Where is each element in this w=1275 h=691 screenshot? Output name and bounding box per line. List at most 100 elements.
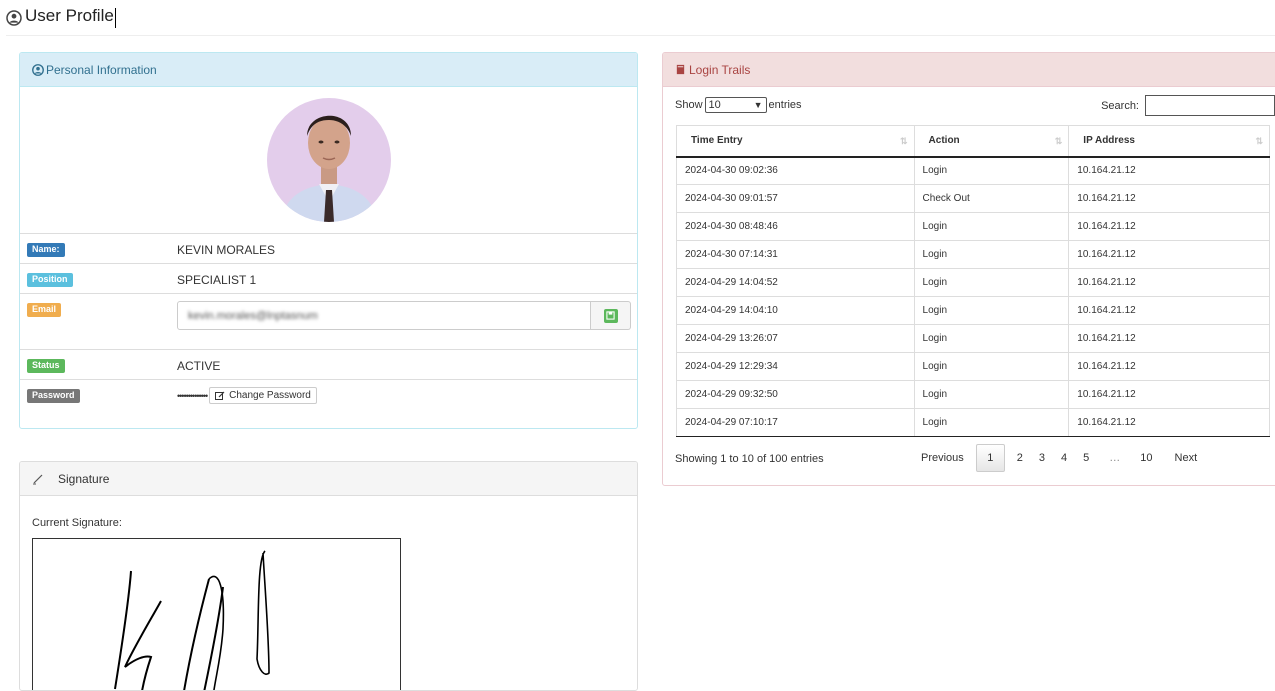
position-badge: Position: [27, 273, 73, 287]
table-row: 2024-04-29 13:26:07 Login 10.164.21.12: [676, 324, 1270, 353]
table-info: Showing 1 to 10 of 100 entries: [675, 453, 824, 465]
status-badge: Status: [27, 359, 65, 373]
ip-address-cell: 10.164.21.12: [1068, 184, 1270, 213]
previous-page-button[interactable]: Previous: [913, 444, 972, 472]
column-label: IP Address: [1083, 135, 1135, 147]
sort-icon: ⇅: [1255, 136, 1263, 146]
time-entry-cell: 2024-04-30 09:02:36: [676, 156, 915, 185]
page-button-3[interactable]: 3: [1031, 444, 1053, 472]
page-header: User Profile: [6, 6, 1275, 36]
table-row: 2024-04-29 14:04:52 Login 10.164.21.12: [676, 268, 1270, 297]
password-group: •••••••••••••• Change Password: [177, 387, 317, 404]
action-cell: Login: [914, 408, 1070, 437]
next-page-button[interactable]: Next: [1161, 444, 1206, 472]
login-trails-panel: Login Trails Show 10 ▼ entries Search: T…: [662, 52, 1275, 486]
chevron-down-icon: ▼: [753, 100, 763, 110]
show-entries: Show 10 ▼ entries: [675, 97, 802, 113]
user-circle-icon: [6, 10, 22, 26]
email-field[interactable]: kevin.morales@lnptasnum: [177, 301, 591, 330]
change-password-label: Change Password: [229, 390, 311, 401]
pagination: Previous 1 2 3 4 5 … 10 Next: [913, 444, 1205, 472]
ip-address-cell: 10.164.21.12: [1068, 212, 1270, 241]
table-row: 2024-04-29 09:32:50 Login 10.164.21.12: [676, 380, 1270, 409]
table-row: 2024-04-29 14:04:10 Login 10.164.21.12: [676, 296, 1270, 325]
user-circle-icon: [32, 63, 44, 76]
action-cell: Login: [914, 352, 1070, 381]
page-size-select[interactable]: 10 ▼: [704, 97, 767, 113]
ip-address-cell: 10.164.21.12: [1068, 380, 1270, 409]
change-password-button[interactable]: Change Password: [209, 387, 317, 404]
time-entry-cell: 2024-04-29 13:26:07: [676, 324, 915, 353]
time-entry-cell: 2024-04-29 09:32:50: [676, 380, 915, 409]
password-row: Password •••••••••••••• Change Password: [20, 380, 637, 410]
password-value: ••••••••••••••: [177, 390, 208, 401]
time-entry-cell: 2024-04-30 07:14:31: [676, 240, 915, 269]
page-button-4[interactable]: 4: [1053, 444, 1075, 472]
sort-icon: ⇅: [1054, 136, 1063, 146]
sort-icon: ⇅: [900, 136, 908, 146]
time-entry-cell: 2024-04-30 09:01:57: [676, 184, 915, 213]
avatar-container: [20, 87, 637, 234]
page-button-1[interactable]: 1: [975, 444, 1005, 472]
action-cell: Login: [914, 212, 1070, 241]
table-body: 2024-04-30 09:02:36 Login 10.164.21.12 2024…: [676, 156, 1270, 437]
search-group: Search:: [1101, 95, 1275, 116]
entries-label: entries: [768, 99, 802, 111]
login-trails-heading: Login Trails: [663, 53, 1275, 87]
time-entry-cell: 2024-04-29 14:04:52: [676, 268, 915, 297]
time-entry-cell: 2024-04-29 07:10:17: [676, 408, 915, 437]
signature-title: Signature: [58, 471, 110, 486]
avatar: [266, 98, 391, 222]
page-button-10[interactable]: 10: [1132, 444, 1160, 472]
table-row: 2024-04-30 09:02:36 Login 10.164.21.12: [676, 156, 1270, 185]
action-cell: Login: [914, 296, 1070, 325]
action-cell: Check Out: [914, 184, 1070, 213]
signature-body: Current Signature:: [20, 496, 637, 690]
table-row: 2024-04-29 07:10:17 Login 10.164.21.12: [676, 408, 1270, 437]
time-entry-cell: 2024-04-29 12:29:34: [676, 352, 915, 381]
search-label: Search:: [1101, 99, 1139, 112]
signature-panel: Signature Current Signature:: [19, 461, 638, 691]
save-email-button[interactable]: [591, 301, 631, 330]
page-title: User Profile: [25, 6, 114, 25]
show-label: Show: [675, 99, 703, 111]
personal-information-heading: Personal Information: [20, 53, 637, 87]
search-input[interactable]: [1145, 95, 1275, 116]
page-size-value: 10: [708, 99, 721, 111]
column-header-time-entry[interactable]: Time Entry ⇅: [676, 125, 915, 158]
ip-address-cell: 10.164.21.12: [1068, 296, 1270, 325]
edit-icon: [215, 391, 225, 400]
status-row: Status ACTIVE: [20, 350, 637, 380]
table-header-row: Time Entry ⇅ Action ⇅ IP Address ⇅: [676, 125, 1270, 158]
table-row: 2024-04-30 07:14:31 Login 10.164.21.12: [676, 240, 1270, 269]
signature-heading: Signature: [20, 462, 637, 496]
time-entry-cell: 2024-04-30 08:48:46: [676, 212, 915, 241]
email-badge: Email: [27, 303, 62, 317]
table-controls: Show 10 ▼ entries Search:: [663, 87, 1275, 125]
page-button-2[interactable]: 2: [1009, 444, 1031, 472]
pencil-icon: [33, 474, 43, 484]
table-row: 2024-04-29 12:29:34 Login 10.164.21.12: [676, 352, 1270, 381]
column-label: Time Entry: [691, 135, 743, 147]
column-header-ip-address[interactable]: IP Address ⇅: [1068, 125, 1270, 158]
ip-address-cell: 10.164.21.12: [1068, 268, 1270, 297]
signature-image: [32, 538, 401, 690]
name-badge: Name:: [27, 243, 65, 257]
column-header-action[interactable]: Action ⇅: [914, 125, 1070, 158]
table-row: 2024-04-30 08:48:46 Login 10.164.21.12: [676, 212, 1270, 241]
action-cell: Login: [914, 268, 1070, 297]
pagination-ellipsis: …: [1109, 452, 1121, 464]
position-row: Position SPECIALIST 1: [20, 264, 637, 294]
action-cell: Login: [914, 380, 1070, 409]
current-signature-label: Current Signature:: [32, 517, 122, 529]
email-value: kevin.morales@lnptasnum: [188, 309, 318, 322]
table-row: 2024-04-30 09:01:57 Check Out 10.164.21.12: [676, 184, 1270, 213]
login-trails-table: Time Entry ⇅ Action ⇅ IP Address ⇅ 2024-…: [676, 125, 1270, 437]
position-value: SPECIALIST 1: [177, 273, 257, 287]
column-label: Action: [928, 135, 960, 147]
password-badge: Password: [27, 389, 80, 403]
action-cell: Login: [914, 240, 1070, 269]
personal-information-panel: Personal Information Name: KEVIN MORALES…: [19, 52, 638, 429]
page-button-5[interactable]: 5: [1075, 444, 1097, 472]
floppy-disk-icon: [603, 308, 618, 323]
